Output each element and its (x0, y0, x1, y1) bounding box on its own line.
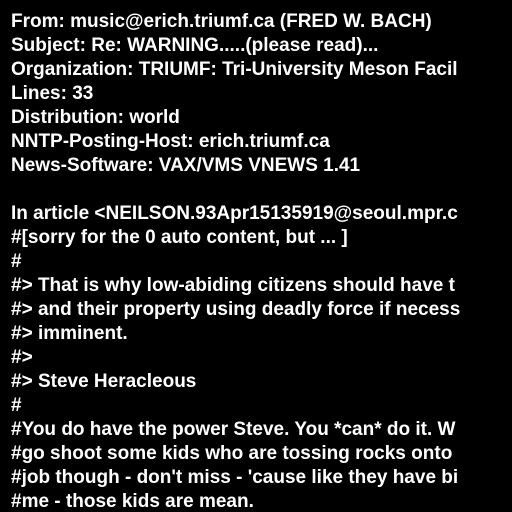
header-lines: Lines: 33 (11, 83, 94, 104)
quoted-line: #> Steve Heracleous (11, 371, 197, 392)
quoted-line: # (11, 251, 22, 272)
quoted-line: #job though - don't miss - 'cause like t… (11, 467, 459, 488)
quoted-line: #me - those kids are mean. (11, 491, 254, 512)
header-distribution: Distribution: world (11, 107, 180, 128)
body-line: #[sorry for the 0 auto content, but ... … (11, 227, 348, 248)
header-organization: Organization: TRIUMF: Tri-University Mes… (11, 59, 458, 80)
header-nntp-posting-host: NNTP-Posting-Host: erich.triumf.ca (11, 131, 330, 152)
article-text: From: music@erich.triumf.ca (FRED W. BAC… (11, 10, 460, 512)
quoted-line: #> and their property using deadly force… (11, 299, 461, 320)
quoted-line: #go shoot some kids who are tossing rock… (11, 443, 453, 464)
newsreader-screen: From: music@erich.triumf.ca (FRED W. BAC… (0, 0, 512, 512)
quoted-line: #> That is why low-abiding citizens shou… (11, 275, 455, 296)
header-from: From: music@erich.triumf.ca (FRED W. BAC… (11, 11, 432, 32)
body-line: In article <NEILSON.93Apr15135919@seoul.… (11, 203, 458, 224)
header-news-software: News-Software: VAX/VMS VNEWS 1.41 (11, 155, 361, 176)
quoted-line: # (11, 395, 22, 416)
quoted-line: #> (11, 347, 33, 368)
quoted-line: #You do have the power Steve. You *can* … (11, 419, 456, 440)
quoted-line: #> imminent. (11, 323, 128, 344)
header-subject: Subject: Re: WARNING.....(please read)..… (11, 35, 379, 56)
